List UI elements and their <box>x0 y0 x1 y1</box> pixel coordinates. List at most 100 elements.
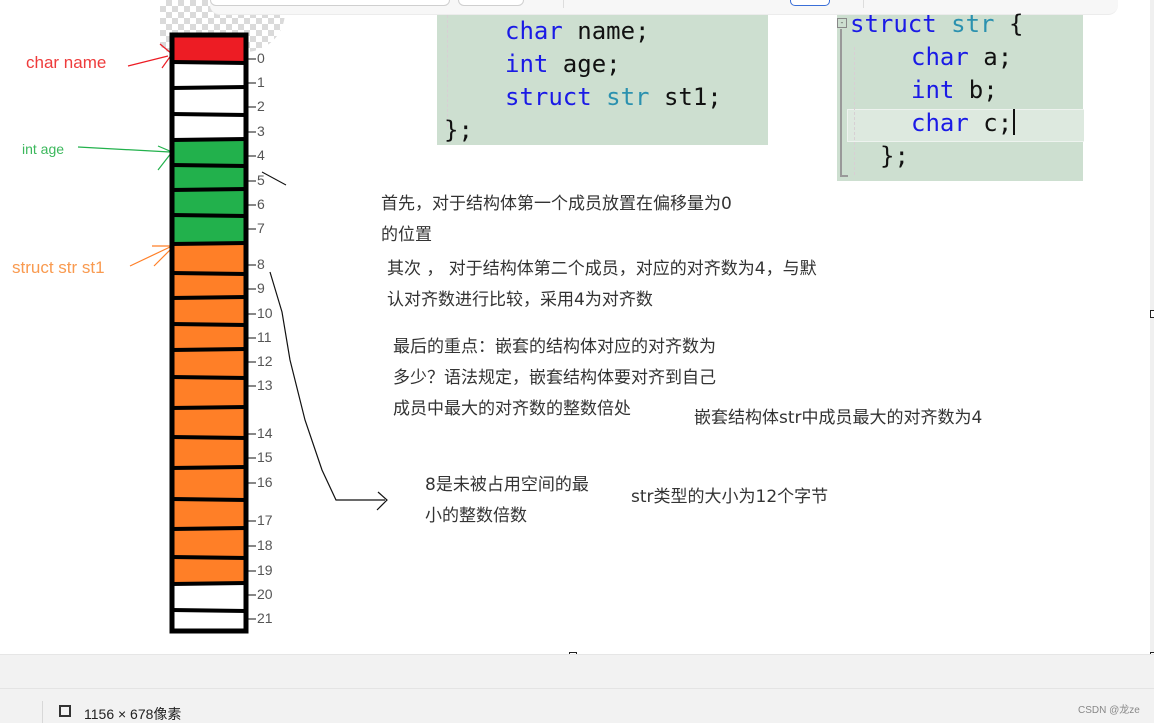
cell-divider <box>171 112 247 117</box>
code-text: name; <box>562 17 650 45</box>
cell-divider <box>171 322 247 327</box>
cell-divider <box>171 405 247 410</box>
offset-label: 18 <box>257 537 273 553</box>
code-text: a; <box>968 43 1013 71</box>
offset-label: 21 <box>257 610 273 626</box>
tick-extension <box>261 171 287 186</box>
image-size-icon <box>59 705 71 717</box>
text-caret <box>1013 109 1016 135</box>
code-line: struct str st1; <box>505 81 722 114</box>
offset-label: 2 <box>257 98 265 114</box>
cell-divider <box>171 465 247 470</box>
indent-guide <box>447 15 448 127</box>
status-divider <box>0 688 1154 689</box>
code-line: }; <box>444 114 473 147</box>
offset-label: 11 <box>257 329 272 345</box>
offset-label: 6 <box>257 196 265 212</box>
offset-label: 15 <box>257 449 273 465</box>
fold-region-line <box>840 29 848 177</box>
cell-divider <box>171 241 247 246</box>
cell-divider <box>171 163 247 168</box>
cell-divider <box>171 435 247 440</box>
memory-cells <box>169 32 256 634</box>
code-snippet-inner-struct: - struct str { char a; int b; char c; }; <box>837 10 1084 181</box>
toolbar-button[interactable] <box>790 0 830 6</box>
cell-divider <box>171 497 247 502</box>
cell-divider <box>171 187 247 192</box>
code-line: char a; <box>911 41 1012 74</box>
memory-cell-empty <box>174 62 244 88</box>
image-dimensions: 1156 × 678像素 <box>84 706 182 722</box>
note-line: 最后的重点：嵌套的结构体对应的对齐数为 <box>393 337 716 357</box>
note-nested-struct: 最后的重点：嵌套的结构体对应的对齐数为 多少？语法规定，嵌套结构体要对齐到自己 … <box>393 332 716 425</box>
type-name: str <box>591 83 650 111</box>
memory-cell-st1 <box>174 437 244 468</box>
vertical-scrollbar[interactable] <box>1150 0 1154 654</box>
code-line: struct str { <box>850 8 1023 41</box>
status-bar: 1156 × 678像素 CSDN @龙ze <box>0 654 1154 723</box>
code-text: st1; <box>649 83 722 111</box>
code-line: char name; <box>505 15 650 48</box>
note-second-member: 其次 ， 对于结构体第二个成员，对应的对齐数为4，与默 认对齐数进行比较，采用4… <box>387 254 817 316</box>
note-line: 其次 ， 对于结构体第二个成员，对应的对齐数为4，与默 <box>387 259 817 279</box>
cell-divider <box>171 85 247 90</box>
code-line[interactable]: char c; <box>911 107 1016 140</box>
memory-cell-name <box>174 37 244 62</box>
note-max-align: 嵌套结构体str中成员最大的对齐数为4 <box>694 408 983 428</box>
note-offset-8: 8是未被占用空间的最 小的整数倍数 <box>425 470 589 532</box>
memory-cell-st1 <box>174 273 244 298</box>
memory-cell-st1 <box>174 408 244 437</box>
memory-cell-empty <box>174 584 244 610</box>
code-line: int b; <box>911 74 998 107</box>
memory-cell-st1 <box>174 468 244 499</box>
code-text: age; <box>548 50 621 78</box>
note-line: 的位置 <box>381 225 432 245</box>
note-line: 多少？语法规定，嵌套结构体要对齐到自己 <box>393 368 716 388</box>
offset-label: 13 <box>257 377 273 393</box>
memory-cell-age <box>174 165 244 190</box>
memory-cell-st1 <box>174 377 244 408</box>
resize-handle-right[interactable] <box>1150 310 1154 318</box>
image-canvas: char name; int age; struct str st1; }; -… <box>0 0 1154 654</box>
cell-divider <box>171 295 247 300</box>
toolbar-separator <box>563 0 564 8</box>
note-line: 8是未被占用空间的最 <box>425 475 589 495</box>
keyword: int <box>505 50 549 78</box>
arrow-to-st1 <box>129 245 173 267</box>
toolbar-field[interactable] <box>458 0 524 6</box>
offset-label: 4 <box>257 147 265 163</box>
memory-cell-st1 <box>174 324 244 350</box>
offset-label: 7 <box>257 220 265 236</box>
cell-divider <box>171 375 247 380</box>
code-text: { <box>994 10 1024 38</box>
code-text: }; <box>444 116 473 144</box>
memory-layout-diagram <box>77 32 388 634</box>
memory-cell-st1 <box>174 298 244 324</box>
offset-label: 12 <box>257 353 273 369</box>
memory-cell-st1 <box>174 244 244 273</box>
toolbar-separator <box>863 0 864 8</box>
cell-divider <box>171 60 247 65</box>
note-first-member: 首先，对于结构体第一个成员放置在偏移量为0 的位置 <box>381 189 732 251</box>
offset-label: 19 <box>257 562 273 578</box>
memory-cell-empty <box>174 114 244 140</box>
memory-cell-age <box>174 190 244 215</box>
keyword: char <box>505 17 563 45</box>
memory-cell-age <box>174 215 244 244</box>
memory-cell-empty <box>174 88 244 114</box>
note-line: 小的整数倍数 <box>425 506 527 526</box>
offset-label: 17 <box>257 512 273 528</box>
watermark: CSDN @龙ze <box>1078 705 1140 716</box>
offset-label: 16 <box>257 474 273 490</box>
code-snippet-outer-struct: char name; int age; struct str st1; }; <box>437 15 768 145</box>
offset-label: 5 <box>257 172 265 188</box>
offset-label: 3 <box>257 123 265 139</box>
arrow-to-name <box>127 43 173 69</box>
offset-label: 0 <box>257 50 265 66</box>
keyword: char <box>911 109 969 137</box>
memory-cell-st1 <box>174 529 244 557</box>
cell-divider <box>171 608 247 613</box>
offset-label: 8 <box>257 256 265 272</box>
code-line: int age; <box>505 48 621 81</box>
fold-toggle-icon[interactable]: - <box>837 18 847 28</box>
